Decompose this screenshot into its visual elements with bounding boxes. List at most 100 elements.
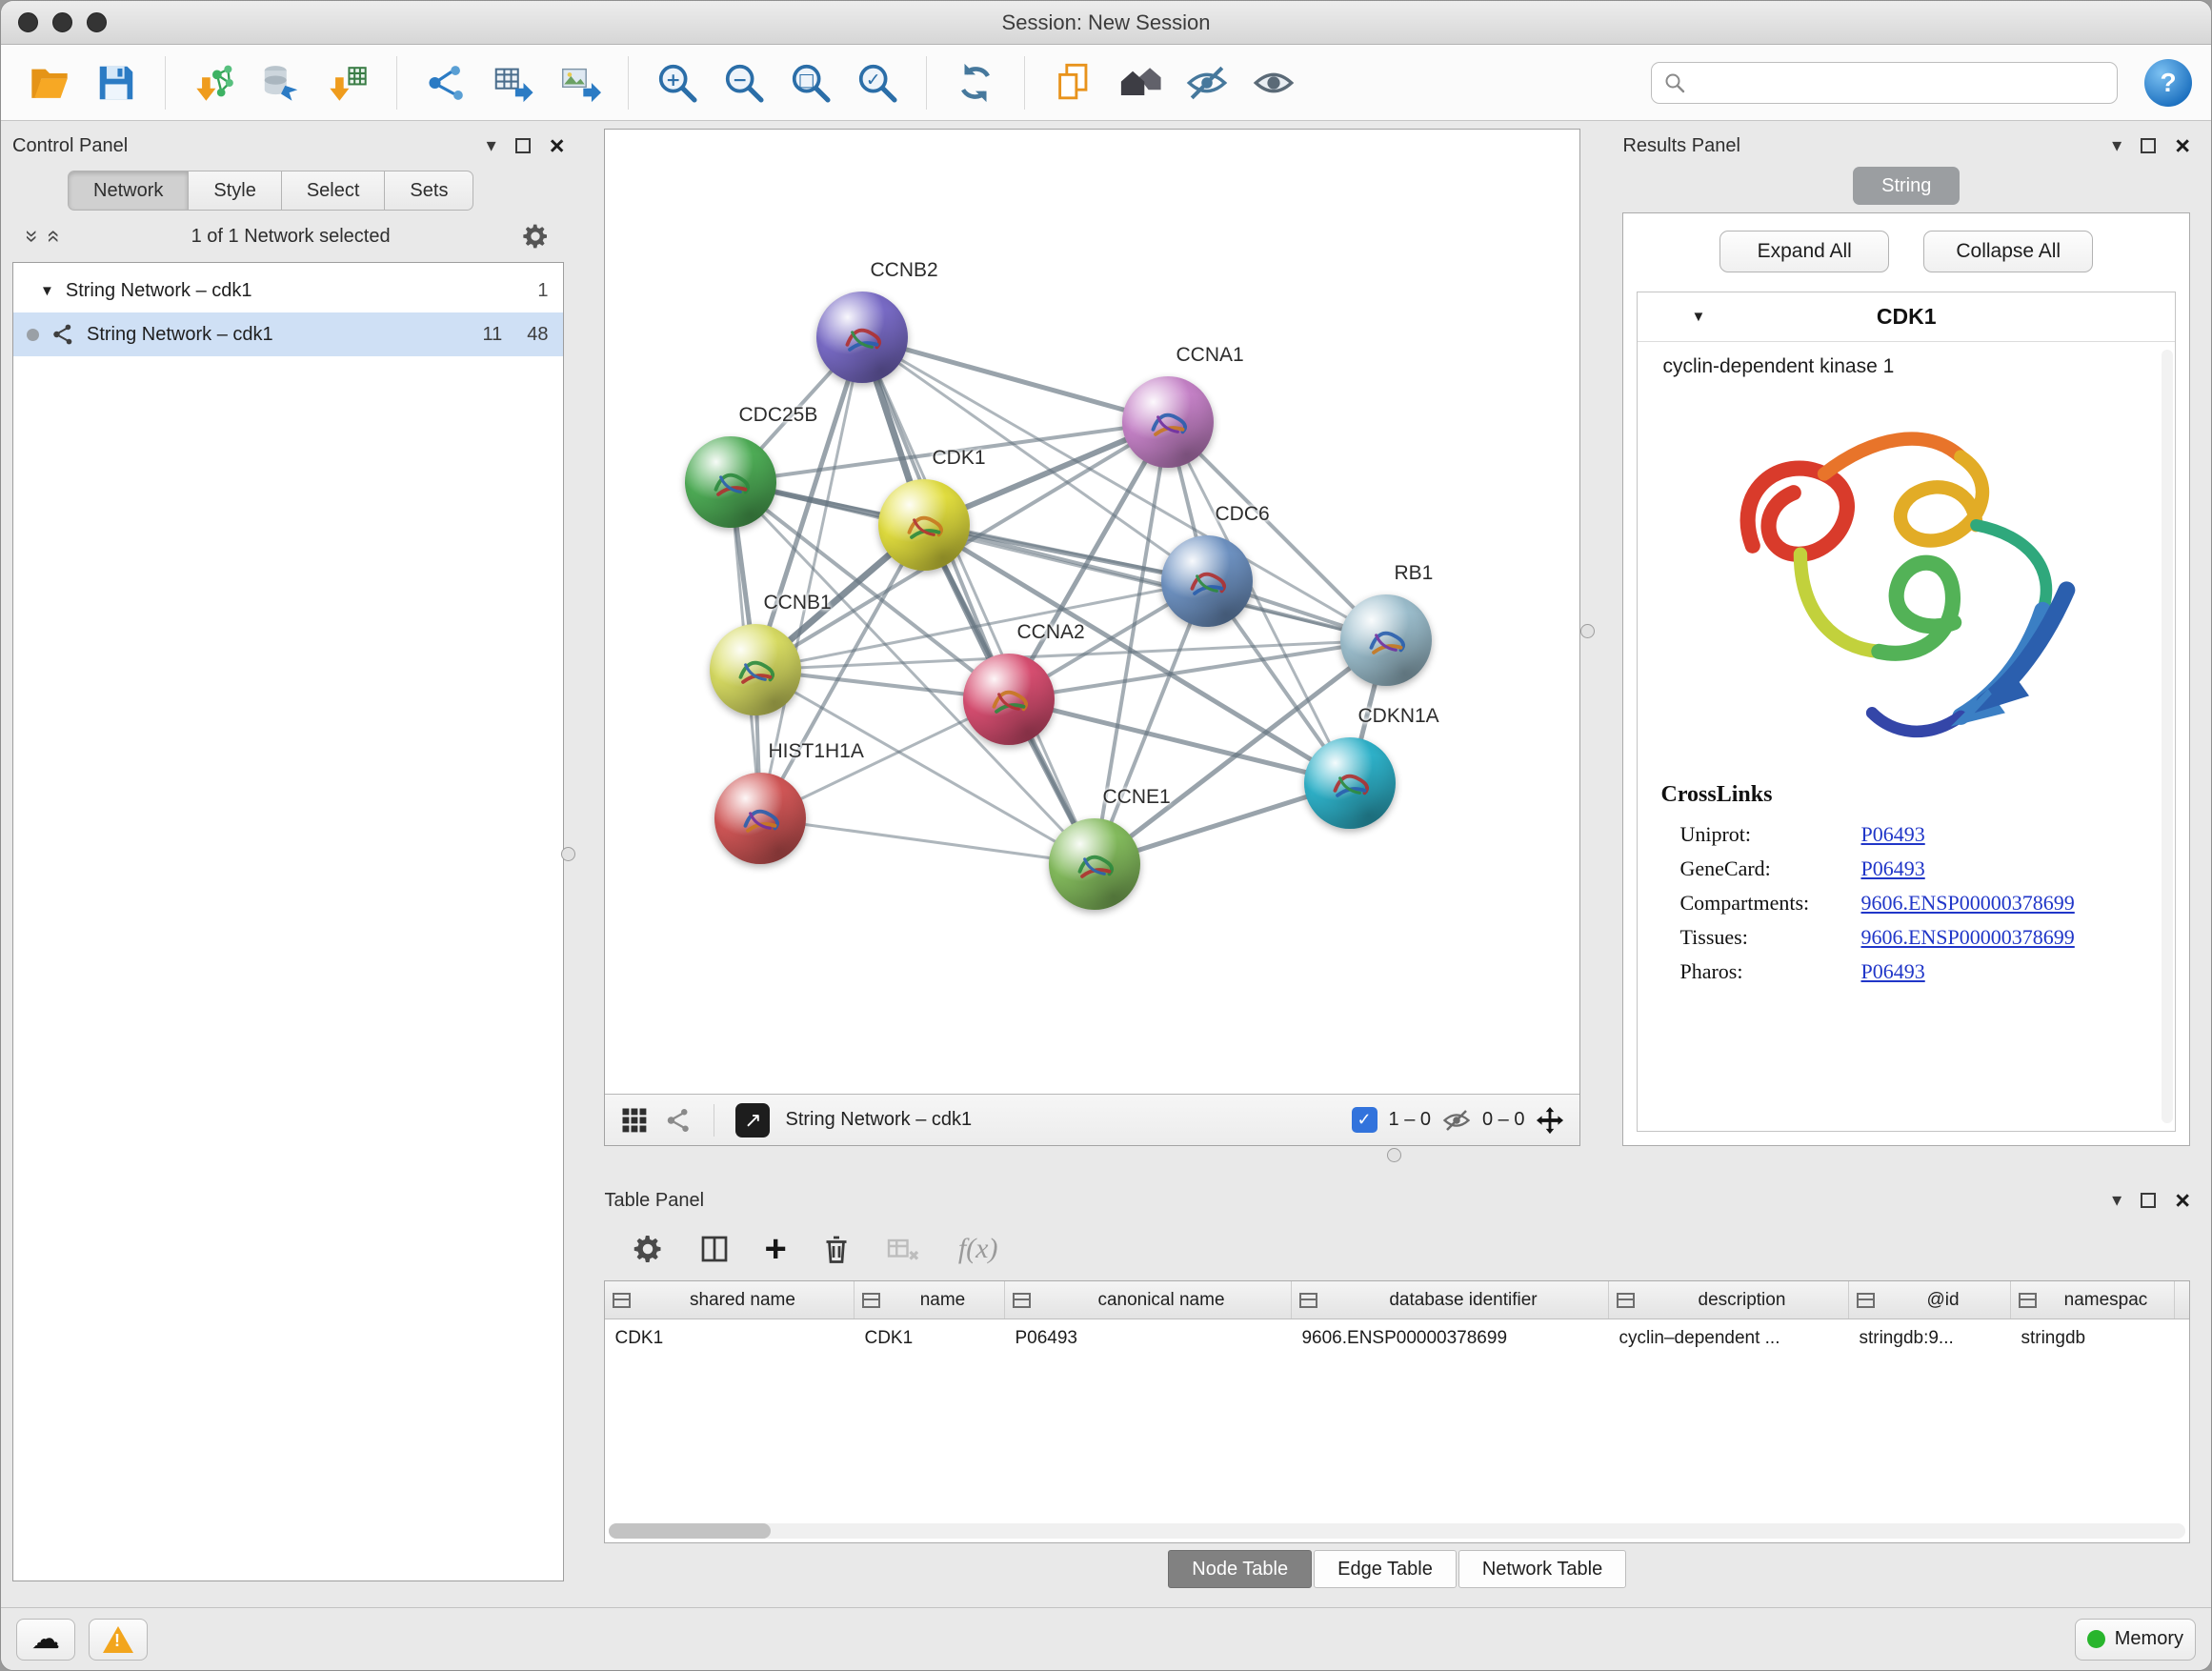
panel-close-icon[interactable] [2175, 1188, 2190, 1214]
memory-button[interactable]: Memory [2075, 1619, 2196, 1661]
tab-node-table[interactable]: Node Table [1168, 1550, 1312, 1588]
panel-menu-icon[interactable] [2112, 136, 2122, 155]
save-session-button[interactable] [87, 53, 146, 112]
svg-text:✓: ✓ [866, 70, 881, 90]
network-edge[interactable] [862, 337, 1168, 422]
column-header-description[interactable]: description [1609, 1281, 1849, 1319]
panel-float-icon[interactable] [2141, 138, 2156, 153]
panel-menu-icon[interactable] [487, 136, 496, 155]
warnings-button[interactable] [89, 1619, 148, 1661]
search-input[interactable] [1694, 71, 2105, 93]
network-collection-row[interactable]: ▼ String Network – cdk1 1 [13, 269, 563, 312]
network-node-CCNB2[interactable] [816, 292, 908, 383]
birds-eye-view-icon[interactable] [664, 1106, 693, 1135]
table-row[interactable]: CDK1CDK1P064939606.ENSP00000378699cyclin… [605, 1319, 2189, 1358]
panel-close-icon[interactable] [2175, 133, 2190, 159]
network-node-CCNA1[interactable] [1122, 376, 1214, 468]
cloud-status-button[interactable] [16, 1619, 75, 1661]
network-options-gear-icon[interactable] [520, 221, 551, 252]
home-views-button[interactable] [1111, 53, 1170, 112]
network-node-CCNA2[interactable] [963, 654, 1055, 745]
selected-items-checkbox-icon[interactable] [1352, 1107, 1377, 1133]
svg-text:+: + [666, 70, 681, 90]
export-image-button[interactable] [550, 53, 609, 112]
tab-string[interactable]: String [1853, 167, 1960, 205]
search-box[interactable] [1651, 62, 2118, 104]
fit-content-move-icon[interactable] [1536, 1106, 1564, 1135]
export-table-button[interactable] [483, 53, 542, 112]
panel-float-icon[interactable] [515, 138, 531, 153]
vertical-splitter-handle[interactable] [561, 847, 575, 861]
network-node-CDKN1A[interactable] [1304, 737, 1396, 829]
import-network-file-button[interactable] [185, 53, 244, 112]
function-builder-icon[interactable]: f(x) [958, 1233, 998, 1265]
results-scrollbar[interactable] [2162, 350, 2173, 1123]
zoom-fit-button[interactable]: □ [781, 53, 840, 112]
tab-edge-table[interactable]: Edge Table [1314, 1550, 1457, 1588]
table-settings-gear-icon[interactable] [631, 1232, 665, 1266]
network-canvas[interactable]: CCNB2CCNA1CDC25BCDK1CDC6RB1CCNB1CCNA2CDK… [605, 130, 1579, 1094]
expand-all-networks-icon[interactable]: « [43, 230, 66, 242]
crosslink-link[interactable]: 9606.ENSP00000378699 [1860, 891, 2074, 916]
import-network-database-button[interactable] [251, 53, 311, 112]
column-header--id[interactable]: @id [1849, 1281, 2011, 1319]
open-session-button[interactable] [20, 53, 79, 112]
table-horizontal-scrollbar[interactable] [609, 1523, 2185, 1539]
entry-expander-icon[interactable]: ▼ [1691, 309, 1705, 325]
panel-close-icon[interactable] [550, 133, 565, 159]
refresh-view-button[interactable] [946, 53, 1005, 112]
expand-all-button[interactable]: Expand All [1719, 231, 1889, 272]
export-network-button[interactable] [416, 53, 475, 112]
show-all-button[interactable] [1244, 53, 1303, 112]
panel-float-icon[interactable] [2141, 1193, 2156, 1208]
network-node-CDK1[interactable] [878, 479, 970, 571]
hidden-items-eye-icon[interactable] [1442, 1106, 1471, 1135]
zoom-out-button[interactable]: − [714, 53, 774, 112]
crosslink-link[interactable]: P06493 [1860, 856, 1924, 881]
tab-network-table[interactable]: Network Table [1458, 1550, 1626, 1588]
detach-view-icon[interactable] [735, 1103, 770, 1137]
network-node-CCNE1[interactable] [1049, 818, 1140, 910]
copy-document-button[interactable] [1044, 53, 1103, 112]
tab-sets[interactable]: Sets [385, 171, 473, 211]
add-column-icon[interactable]: + [764, 1230, 786, 1268]
hide-selected-button[interactable] [1177, 53, 1237, 112]
tab-network[interactable]: Network [68, 171, 189, 211]
zoom-in-button[interactable]: + [648, 53, 707, 112]
network-node-CDC25B[interactable] [685, 436, 776, 528]
collapse-all-networks-icon[interactable]: » [21, 230, 44, 242]
network-edge[interactable] [862, 337, 1095, 864]
vertical-splitter-handle[interactable] [1580, 624, 1595, 638]
crosslink-link[interactable]: 9606.ENSP00000378699 [1860, 925, 2074, 950]
crosslink-link[interactable]: P06493 [1860, 822, 1924, 847]
tab-select[interactable]: Select [282, 171, 386, 211]
network-node-CDC6[interactable] [1161, 535, 1253, 627]
table-header-row: shared namenamecanonical namedatabase id… [605, 1281, 2189, 1319]
horizontal-splitter-handle[interactable] [1387, 1148, 1401, 1162]
zoom-selected-button[interactable]: ✓ [848, 53, 907, 112]
right-column: CCNB2CCNA1CDC25BCDK1CDC6RB1CCNB1CCNA2CDK… [604, 129, 2190, 1607]
network-node-CCNB1[interactable] [710, 624, 801, 715]
column-header-shared-name[interactable]: shared name [605, 1281, 855, 1319]
network-row-selected[interactable]: String Network – cdk1 11 48 [13, 312, 563, 356]
network-node-HIST1H1A[interactable] [714, 773, 806, 864]
column-header-canonical-name[interactable]: canonical name [1005, 1281, 1292, 1319]
column-header-namespac[interactable]: namespac [2011, 1281, 2175, 1319]
network-node-RB1[interactable] [1340, 594, 1432, 686]
tree-expander-icon[interactable]: ▼ [40, 283, 54, 299]
memory-label: Memory [2115, 1628, 2183, 1650]
grid-view-icon[interactable] [620, 1106, 649, 1135]
tab-style[interactable]: Style [189, 171, 281, 211]
delete-column-icon[interactable] [819, 1232, 854, 1266]
collapse-all-button[interactable]: Collapse All [1923, 231, 2093, 272]
column-header-name[interactable]: name [855, 1281, 1005, 1319]
scrollbar-thumb[interactable] [609, 1523, 771, 1539]
help-button[interactable]: ? [2144, 59, 2192, 107]
network-edge[interactable] [760, 818, 1095, 864]
import-table-file-button[interactable] [318, 53, 377, 112]
panel-menu-icon[interactable] [2112, 1191, 2122, 1210]
crosslink-link[interactable]: P06493 [1860, 959, 1924, 984]
select-columns-icon[interactable] [697, 1232, 732, 1266]
export-image-icon [557, 61, 601, 105]
column-header-database-identifier[interactable]: database identifier [1292, 1281, 1609, 1319]
